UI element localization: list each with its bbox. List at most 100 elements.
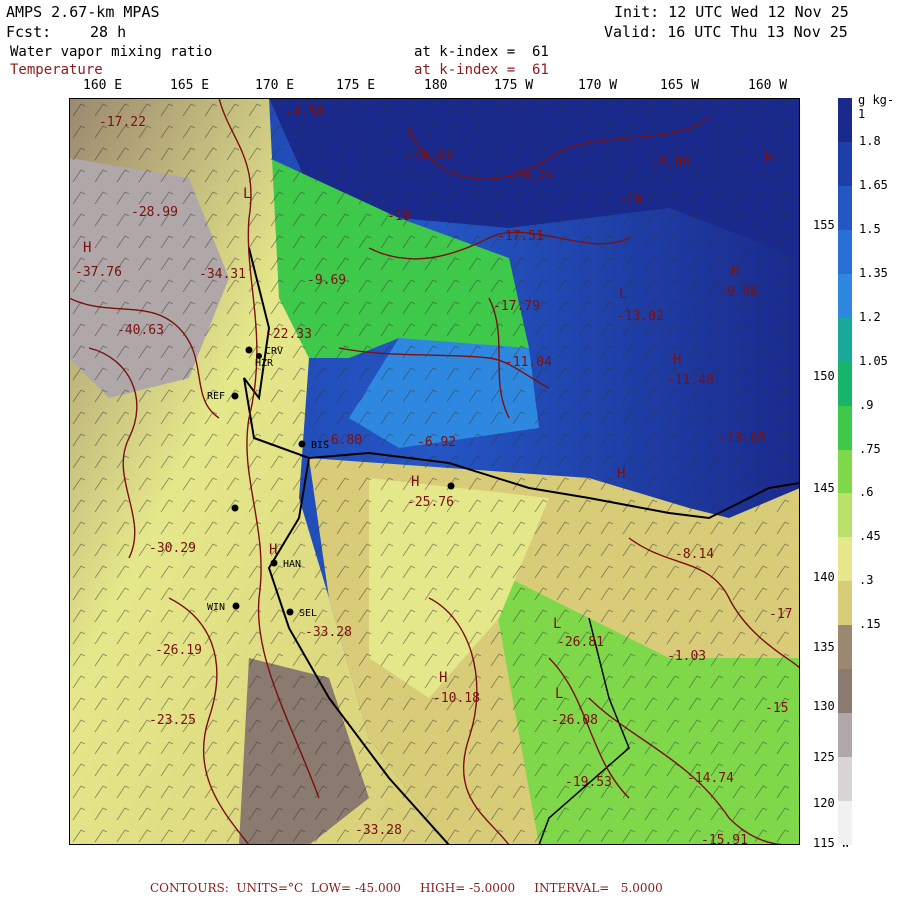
colorbar-swatch (838, 361, 852, 407)
lon-label: 180 (424, 78, 448, 93)
colorbar-swatch (838, 581, 852, 626)
field2-name: Temperature (10, 62, 103, 78)
contour-label: -26.08 (551, 713, 598, 728)
station-label: REF (207, 391, 225, 402)
station-dot (231, 504, 239, 512)
field2-level: at k-index = 61 (414, 62, 549, 78)
high-marker: H (765, 150, 773, 166)
contour-label: -11.04 (505, 355, 552, 370)
contour-label: -33.28 (355, 823, 402, 838)
colorbar-label: .9 (859, 397, 874, 412)
contour-label: -10 (619, 193, 642, 208)
colorbar-swatch (838, 449, 852, 494)
low-marker: L (243, 186, 251, 202)
colorbar-label: 1.8 (859, 133, 881, 148)
wind-barbs (69, 98, 800, 845)
lon-label: 175 E (336, 78, 376, 93)
colorbar-label: .3 (859, 573, 874, 588)
contour-label: -17.22 (99, 115, 146, 130)
contour-label: -25.76 (407, 495, 454, 510)
contour-label: -23.25 (149, 713, 196, 728)
contour-label: -10.69 (405, 149, 452, 164)
contour-label: -26.19 (155, 643, 202, 658)
contour-legend: CONTOURS: UNITS=°C LOW= -45.000 HIGH= -5… (150, 881, 663, 895)
colorbar-label: .6 (859, 485, 874, 500)
colorbar-label: 1.35 (859, 265, 888, 280)
high-marker: H (439, 670, 447, 686)
model-title: AMPS 2.67-km MPAS (6, 3, 160, 21)
colorbar-swatch (838, 229, 852, 275)
station-label: WIN (207, 602, 225, 613)
lon-label: 165 E (170, 78, 210, 93)
colorbar-label: .75 (859, 441, 881, 456)
contour-label: -8.14 (675, 547, 714, 562)
contour-label: -10.18 (433, 691, 480, 706)
colorbar-label: .15 (859, 617, 881, 632)
contour-label: -37.76 (75, 265, 122, 280)
lon-label: 175 W (494, 78, 534, 93)
station-dot (232, 602, 240, 610)
station-dot (286, 608, 294, 616)
contour-label: -26.81 (557, 635, 604, 650)
colorbar-swatch (838, 757, 852, 802)
map-panel[interactable]: -17.22 -4.58 -10.69 -9.06 -10.24 -10 -10… (69, 98, 800, 845)
contour-label: -30.29 (149, 541, 196, 556)
lon-label: 170 E (255, 78, 295, 93)
colorbar (838, 98, 852, 846)
low-marker: L (553, 616, 561, 632)
lon-label: 160 W (748, 78, 788, 93)
contour-label: -1.03 (667, 649, 706, 664)
station-dot (270, 559, 278, 567)
station-dot (447, 482, 455, 490)
high-marker: H (411, 474, 419, 490)
colorbar-swatch (838, 801, 852, 846)
station-label: BIS (311, 440, 329, 451)
high-marker: H (269, 542, 277, 558)
contour-label: -15.91 (701, 833, 748, 845)
high-marker: H (617, 466, 625, 482)
colorbar-swatch (838, 405, 852, 451)
colorbar-unit: g kg-1 (858, 93, 895, 121)
contour-label: -10 (387, 209, 410, 224)
colorbar-label: 1.05 (859, 353, 888, 368)
colorbar-swatch (838, 98, 852, 143)
forecast-hour: 28 h (90, 23, 127, 41)
contour-label: -11.48 (667, 373, 714, 388)
colorbar-swatch (838, 493, 852, 538)
contour-label: -34.31 (199, 267, 246, 282)
lon-label: 165 W (660, 78, 700, 93)
contour-label: -13.02 (617, 309, 664, 324)
high-marker: H (731, 264, 739, 280)
colorbar-swatch (838, 625, 852, 670)
contour-label: -13.65 (719, 431, 766, 446)
forecast-label: Fcst: (6, 23, 52, 41)
contour-label: -15 (765, 701, 788, 716)
contour-label: -4.58 (285, 105, 324, 120)
colorbar-swatch (838, 317, 852, 363)
contour-label: -9.69 (307, 273, 346, 288)
contour-label: -17.79 (493, 299, 540, 314)
contour-label: -9.06 (651, 155, 690, 170)
station-dot (245, 346, 253, 354)
colorbar-label: .45 (859, 529, 881, 544)
contour-label: -6.92 (417, 435, 456, 450)
station-dot (298, 440, 306, 448)
station-label: SEL (299, 608, 317, 619)
colorbar-swatch (838, 669, 852, 714)
contour-label: -40.63 (117, 323, 164, 338)
contour-label: -19.53 (565, 775, 612, 790)
colorbar-swatch (838, 141, 852, 187)
valid-time: Valid: 16 UTC Thu 13 Nov 25 (604, 23, 848, 41)
colorbar-label: 1.65 (859, 177, 888, 192)
low-marker: L (555, 686, 563, 702)
contour-label: -22.33 (265, 327, 312, 342)
colorbar-label: 1.5 (859, 221, 881, 236)
colorbar-swatch (838, 273, 852, 319)
high-marker: H (83, 240, 91, 256)
field1-level: at k-index = 61 (414, 44, 549, 60)
contour-label: -14.74 (687, 771, 734, 786)
field1-name: Water vapor mixing ratio (10, 44, 213, 60)
contour-label: -17 (769, 607, 792, 622)
init-time: Init: 12 UTC Wed 12 Nov 25 (614, 3, 849, 21)
high-marker: H (673, 352, 681, 368)
